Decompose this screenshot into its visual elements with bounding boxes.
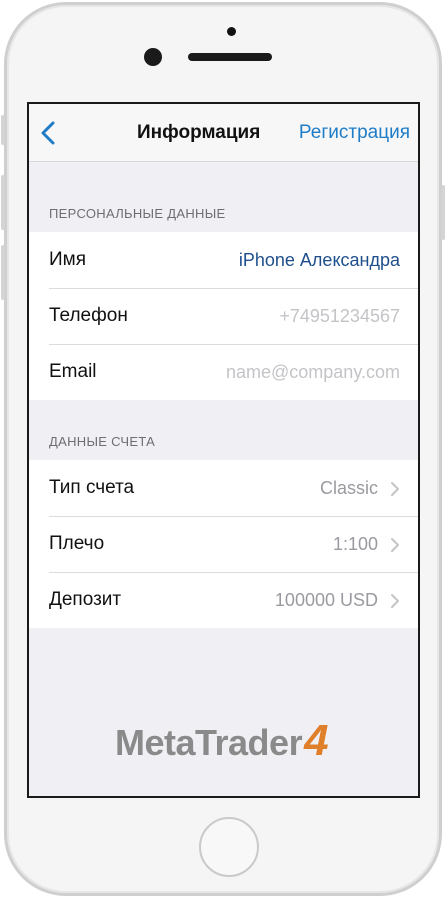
leverage-label: Плечо (49, 533, 105, 554)
earpiece-speaker (188, 53, 272, 61)
section-header-account: ДАННЫЕ СЧЕТА (49, 434, 156, 449)
account-type-row[interactable]: Тип счета Classic (29, 460, 418, 516)
section-header-personal: ПЕРСОНАЛЬНЫЕ ДАННЫЕ (49, 206, 226, 221)
account-type-value: Classic (319, 478, 378, 498)
chevron-right-icon (391, 482, 399, 496)
email-label: Email (49, 361, 97, 382)
proximity-sensor (227, 27, 236, 36)
deposit-value: 100000 USD (274, 590, 378, 610)
personal-data-group: Имя iPhone Александра Телефон +749512345… (29, 232, 418, 400)
phone-row[interactable]: Телефон +74951234567 (29, 288, 418, 344)
chevron-right-icon (391, 594, 399, 608)
app-screen: Информация Регистрация ПЕРСОНАЛЬНЫЕ ДАНН… (27, 102, 420, 798)
home-button[interactable] (199, 817, 259, 877)
email-field[interactable]: name@company.com (226, 362, 400, 383)
deposit-row[interactable]: Депозит 100000 USD (29, 572, 418, 628)
chevron-right-icon (391, 538, 399, 552)
phone-field[interactable]: +74951234567 (279, 306, 400, 327)
page-title: Информация (137, 122, 261, 143)
account-data-group: Тип счета Classic Плечо 1:100 Депозит 10… (29, 460, 418, 628)
email-row[interactable]: Email name@company.com (29, 344, 418, 400)
name-field[interactable]: iPhone Александра (239, 250, 400, 271)
logo-number: 4 (304, 716, 329, 765)
power-button (441, 185, 445, 240)
register-button[interactable]: Регистрация (299, 122, 410, 144)
front-camera (144, 48, 162, 66)
deposit-label: Депозит (49, 589, 122, 610)
account-type-label: Тип счета (49, 477, 135, 498)
mute-switch (1, 115, 5, 145)
logo-text: MetaTrader (115, 722, 303, 763)
leverage-value: 1:100 (332, 534, 378, 554)
name-row[interactable]: Имя iPhone Александра (29, 232, 418, 288)
volume-up-button (1, 175, 5, 230)
name-label: Имя (49, 249, 87, 270)
phone-label: Телефон (49, 305, 128, 326)
leverage-row[interactable]: Плечо 1:100 (29, 516, 418, 572)
chevron-left-icon[interactable] (39, 120, 59, 146)
volume-down-button (1, 245, 5, 300)
metatrader-logo: MetaTrader4 (115, 716, 329, 766)
navigation-bar: Информация Регистрация (29, 104, 418, 162)
